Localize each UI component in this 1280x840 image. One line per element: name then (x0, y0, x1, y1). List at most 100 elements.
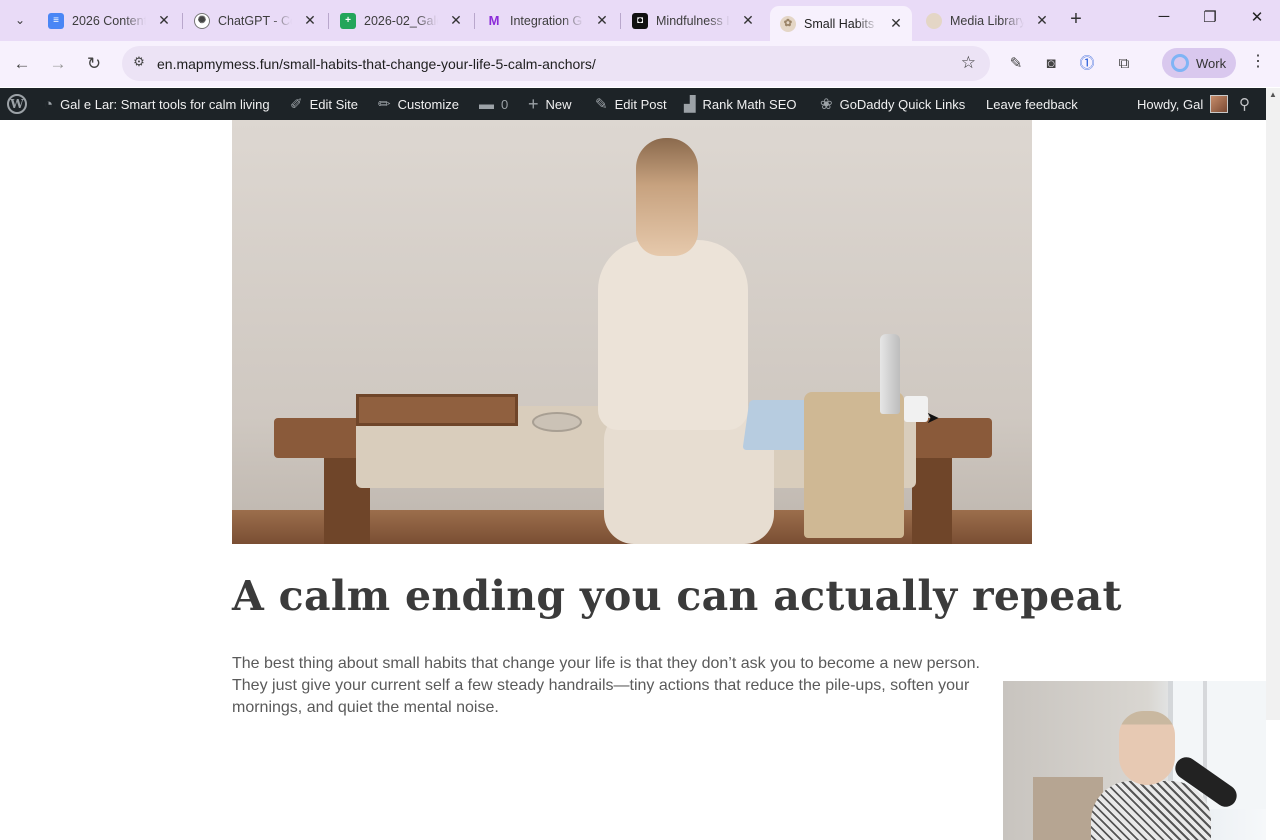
bench-leg (912, 456, 952, 544)
tab-search-button[interactable]: ⌄ (6, 7, 34, 33)
godaddy-link[interactable]: ❀ GoDaddy Quick Links (820, 88, 965, 120)
close-icon[interactable]: ✕ (594, 12, 610, 29)
scroll-up-icon[interactable]: ▲ (1269, 90, 1277, 99)
forward-icon[interactable]: → (47, 53, 69, 75)
tab-media-library[interactable]: Media Library ✕ (916, 6, 1058, 35)
tab-mindfulness[interactable]: ◘ Mindfulness I ✕ (622, 6, 764, 35)
tab-title: 2026 Content (72, 13, 146, 28)
tab-title: 2026-02_Gale (364, 13, 438, 28)
tab-strip: ⌄ ≡ 2026 Content ✕ ✺ ChatGPT - Co ✕ + 20… (0, 0, 1280, 41)
wooden-tray (356, 394, 518, 426)
glass-bottle (880, 334, 900, 414)
new-label: New (545, 96, 572, 112)
article-page: ➤ A calm ending you can actually repeat … (0, 120, 1266, 840)
site-name-link[interactable]: ◔ Gal e Lar: Smart tools for calm living (44, 88, 270, 120)
tab-title: ChatGPT - Co (218, 13, 292, 28)
url-text[interactable]: en.mapmymess.fun/small-habits-that-chang… (157, 56, 596, 72)
site-settings-icon[interactable]: ⚙ (130, 54, 148, 72)
white-mug (904, 396, 928, 422)
restore-icon[interactable]: ❐ (1198, 8, 1222, 26)
make-icon: M (488, 13, 500, 28)
tab-docs[interactable]: ≡ 2026 Content ✕ (38, 6, 180, 35)
reload-icon[interactable]: ↻ (83, 53, 105, 75)
godaddy-label: GoDaddy Quick Links (839, 96, 966, 112)
chatgpt-icon: ✺ (194, 12, 210, 29)
tab-chatgpt[interactable]: ✺ ChatGPT - Co ✕ (184, 6, 326, 35)
admin-search-button[interactable]: ⚲ (1239, 88, 1250, 120)
comments-count: 0 (501, 96, 509, 112)
godaddy-icon: ❀ (820, 96, 833, 113)
tab-title: Mindfulness I (656, 13, 730, 28)
tab-separator (182, 13, 183, 29)
ceramic-dish (532, 412, 582, 432)
account-menu[interactable]: Howdy, Gal (1137, 88, 1229, 120)
pencil-icon: ✎ (595, 96, 608, 113)
bookmark-star-icon[interactable]: ☆ (961, 53, 976, 73)
edit-post-label: Edit Post (614, 96, 667, 112)
tab-integration[interactable]: M Integration G ✕ (476, 6, 618, 35)
close-icon[interactable]: ✕ (1034, 12, 1050, 29)
site-name: Gal e Lar: Smart tools for calm living (60, 96, 270, 112)
feedback-label: Leave feedback (986, 96, 1078, 112)
pen-extension-icon[interactable]: ✎ (1005, 53, 1027, 75)
customize-link[interactable]: ✏ Customize (378, 88, 459, 120)
tab-title: Small Habits (804, 16, 875, 31)
avatar (1210, 95, 1229, 113)
howdy-label: Howdy, Gal (1137, 96, 1204, 112)
page-scrollbar[interactable]: ▲ (1266, 88, 1280, 720)
webcam-person-head (1119, 711, 1175, 785)
featured-image: ➤ (232, 120, 1032, 544)
rank-math-label: Rank Math SEO (702, 96, 797, 112)
wordpress-logo-button[interactable]: W (7, 88, 27, 120)
camera-extension-icon[interactable]: ◙ (1040, 53, 1062, 75)
extensions-puzzle-icon[interactable]: ⧉ (1113, 53, 1135, 75)
close-icon[interactable]: ✕ (888, 15, 904, 32)
close-icon[interactable]: ✕ (448, 12, 464, 29)
section-heading: A calm ending you can actually repeat (232, 572, 1122, 620)
paintbrush-icon: ✏ (378, 96, 391, 113)
address-bar[interactable]: ⚙ en.mapmymess.fun/small-habits-that-cha… (122, 46, 990, 81)
profile-label: Work (1196, 55, 1227, 71)
tab-separator (474, 13, 475, 29)
comments-link[interactable]: ▬ 0 (479, 88, 508, 120)
edit-post-link[interactable]: ✎ Edit Post (595, 88, 667, 120)
more-menu-icon[interactable]: ⋮ (1250, 51, 1266, 71)
person-sweater (598, 240, 748, 430)
edit-site-link[interactable]: ✐ Edit Site (290, 88, 358, 120)
rank-math-chart-icon: ▟ (684, 96, 696, 113)
rank-math-link[interactable]: ▟ Rank Math SEO (684, 88, 796, 120)
tab-separator (620, 13, 621, 29)
brush-icon: ✐ (290, 96, 303, 113)
person-head (636, 138, 698, 256)
plus-icon: + (528, 93, 539, 114)
profile-icon (1171, 54, 1189, 72)
webcam-overlay (1003, 681, 1266, 840)
site-icon: ✿ (780, 15, 796, 32)
close-icon[interactable]: ✕ (740, 12, 756, 29)
tab-sheets[interactable]: + 2026-02_Gale ✕ (330, 6, 472, 35)
comment-bubble-icon: ▬ (479, 95, 494, 113)
back-icon[interactable]: ← (11, 53, 33, 75)
leave-feedback-link[interactable]: Leave feedback (986, 88, 1078, 120)
tab-separator (328, 13, 329, 29)
customize-label: Customize (397, 96, 459, 112)
google-docs-icon: ≡ (48, 12, 64, 29)
mouse-cursor-icon: ➤ (926, 410, 940, 427)
google-sheets-icon: + (340, 12, 356, 29)
site-icon (926, 12, 942, 29)
wp-admin-bar: W ◔ Gal e Lar: Smart tools for calm livi… (0, 88, 1280, 120)
new-content-link[interactable]: + New (528, 88, 572, 120)
new-tab-icon[interactable]: + (1065, 8, 1087, 31)
browser-toolbar: ← → ↻ ⚙ en.mapmymess.fun/small-habits-th… (0, 41, 1280, 87)
close-window-icon[interactable]: ✕ (1245, 8, 1269, 26)
profile-button[interactable]: Work (1162, 48, 1236, 78)
body-paragraph: The best thing about small habits that c… (232, 655, 980, 716)
capcut-icon: ◘ (632, 12, 648, 29)
close-icon[interactable]: ✕ (156, 12, 172, 29)
password-manager-icon[interactable]: ⓵ (1076, 53, 1098, 75)
minimize-icon[interactable]: ─ (1152, 8, 1176, 25)
edit-site-label: Edit Site (309, 96, 358, 112)
tab-title: Integration G (510, 13, 583, 28)
tab-small-habits[interactable]: ✿ Small Habits ✕ (770, 6, 912, 41)
close-icon[interactable]: ✕ (302, 12, 318, 29)
